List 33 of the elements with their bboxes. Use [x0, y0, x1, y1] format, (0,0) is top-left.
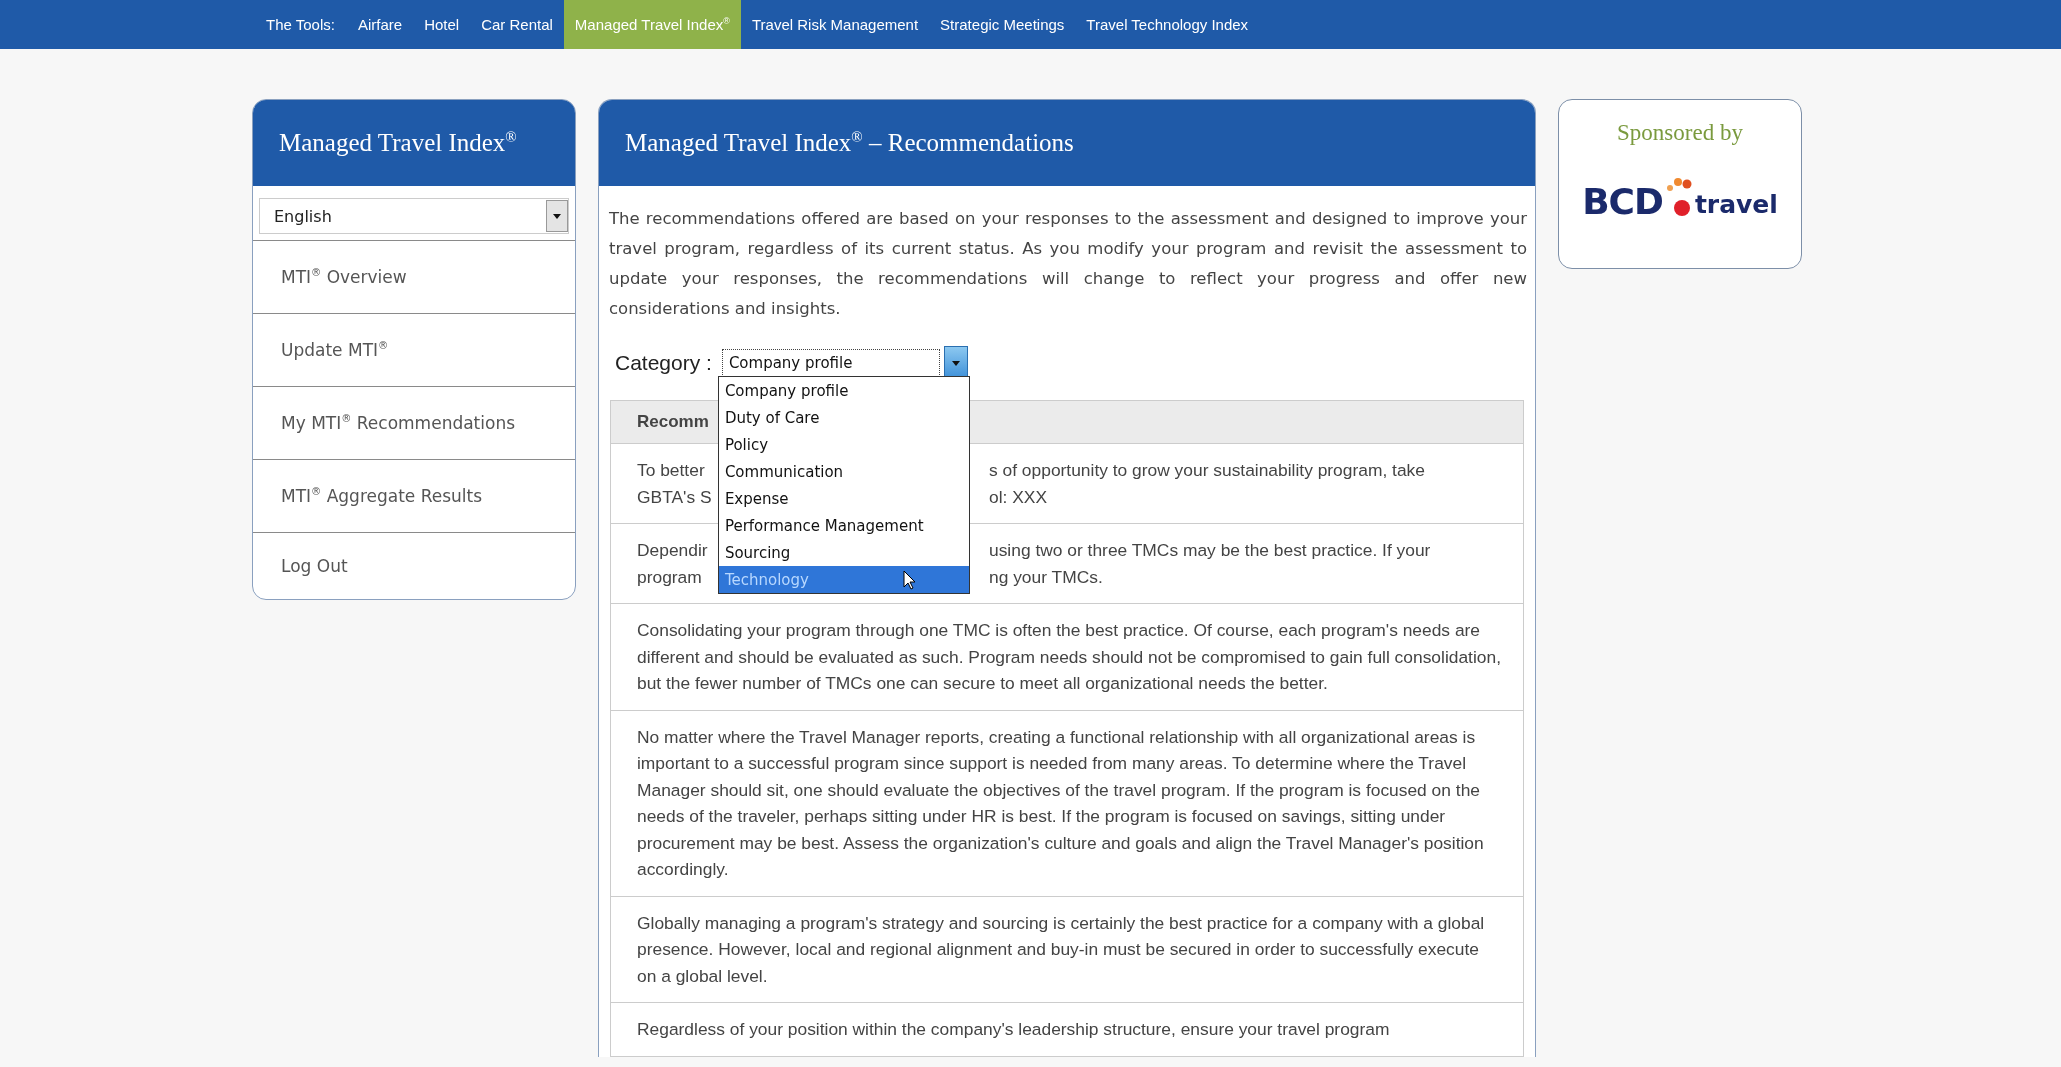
row-text-fragment: program	[637, 565, 702, 589]
row-text-fragment: Dependir	[637, 539, 708, 562]
nav-tab[interactable]: Travel Risk Management	[740, 0, 930, 49]
sponsor-logo: BCD travel	[1582, 176, 1778, 220]
header-text: Recomm	[637, 412, 709, 432]
row-text-fragment: ng your TMCs.	[989, 565, 1103, 589]
row-text-fragment: s of opportunity to grow your sustainability program, take	[989, 459, 1425, 482]
sidebar-link[interactable]: MTI$^{®}$ Aggregate Results	[253, 460, 575, 533]
sidebar-link[interactable]: Log Out	[253, 533, 575, 599]
language-select[interactable]: English	[259, 198, 569, 234]
panel-title: Managed Travel Index$^{®}$ – Recommendations	[625, 129, 1074, 157]
recommendation-text: Globally managing a program's strategy and sourcing is certainly the best practice for a company with a global presence. However, local and regional alignment and buy-in must be secured in order to successfully execute on a global level.	[637, 911, 1486, 988]
intro-paragraph: The recommendations offered are based on your responses to the assessment and designed to improve your travel program, regardless of its current status. As you modify your program and revisit the assessment to update your responses, the recommendations will change to reflect your progress and offer new considerations and insights.	[608, 208, 1528, 320]
recommendation-text: Regardless of your position within the company's leadership structure, ensure your travel program	[637, 1018, 1391, 1041]
sidebar-link[interactable]: MTI$^{®}$ Overview	[253, 241, 575, 314]
recommendation-text: No matter where the Travel Manager reports, creating a functional relationship with all organizational areas is important to a successful program since support is needed from many areas. To determine where the Travel Manager should sit, one should evaluate the objectives of the travel program. If the program is focused on the needs of the traveler, perhaps sitting under HR is best. If the program is focused on savings, sitting under procurement may be best. Assess the organization's culture and goals and align the Travel Manager's position accordingly.	[637, 725, 1485, 881]
tools-label: The Tools:	[265, 16, 336, 33]
row-text-fragment: using two or three TMCs may be the best practice. If your	[989, 539, 1431, 562]
category-select[interactable]: Company profile	[721, 349, 940, 377]
category-label: Category :	[615, 351, 712, 375]
sponsor-label: Sponsored by	[1617, 120, 1743, 146]
sidebar-link[interactable]: Update MTI$^{®}$	[253, 314, 575, 387]
nav-tab[interactable]: Airfare	[346, 0, 414, 49]
row-text-fragment: GBTA's S	[637, 485, 712, 509]
sidebar-title: Managed Travel Index$^{®}$	[279, 129, 517, 157]
recommendation-text: Consolidating your program through one TMC is often the best practice. Of course, each program's needs are different and should be evaluated as such. Program needs should not be compromised to gain full consolidation, but the fewer number of TMCs one can secure to meet all organizational needs the better.	[637, 619, 1502, 695]
nav-tab[interactable]: Strategic Meetings	[929, 0, 1076, 49]
nav-tab[interactable]: Hotel	[413, 0, 471, 49]
row-text-fragment: ol: XXX	[989, 485, 1047, 509]
nav-tab[interactable]: Car Rental	[470, 0, 564, 49]
row-text-fragment: To better	[637, 459, 705, 482]
nav-tab[interactable]: Travel Technology Index	[1075, 0, 1260, 49]
sidebar-link[interactable]: My MTI$^{®}$ Recommendations	[253, 387, 575, 460]
